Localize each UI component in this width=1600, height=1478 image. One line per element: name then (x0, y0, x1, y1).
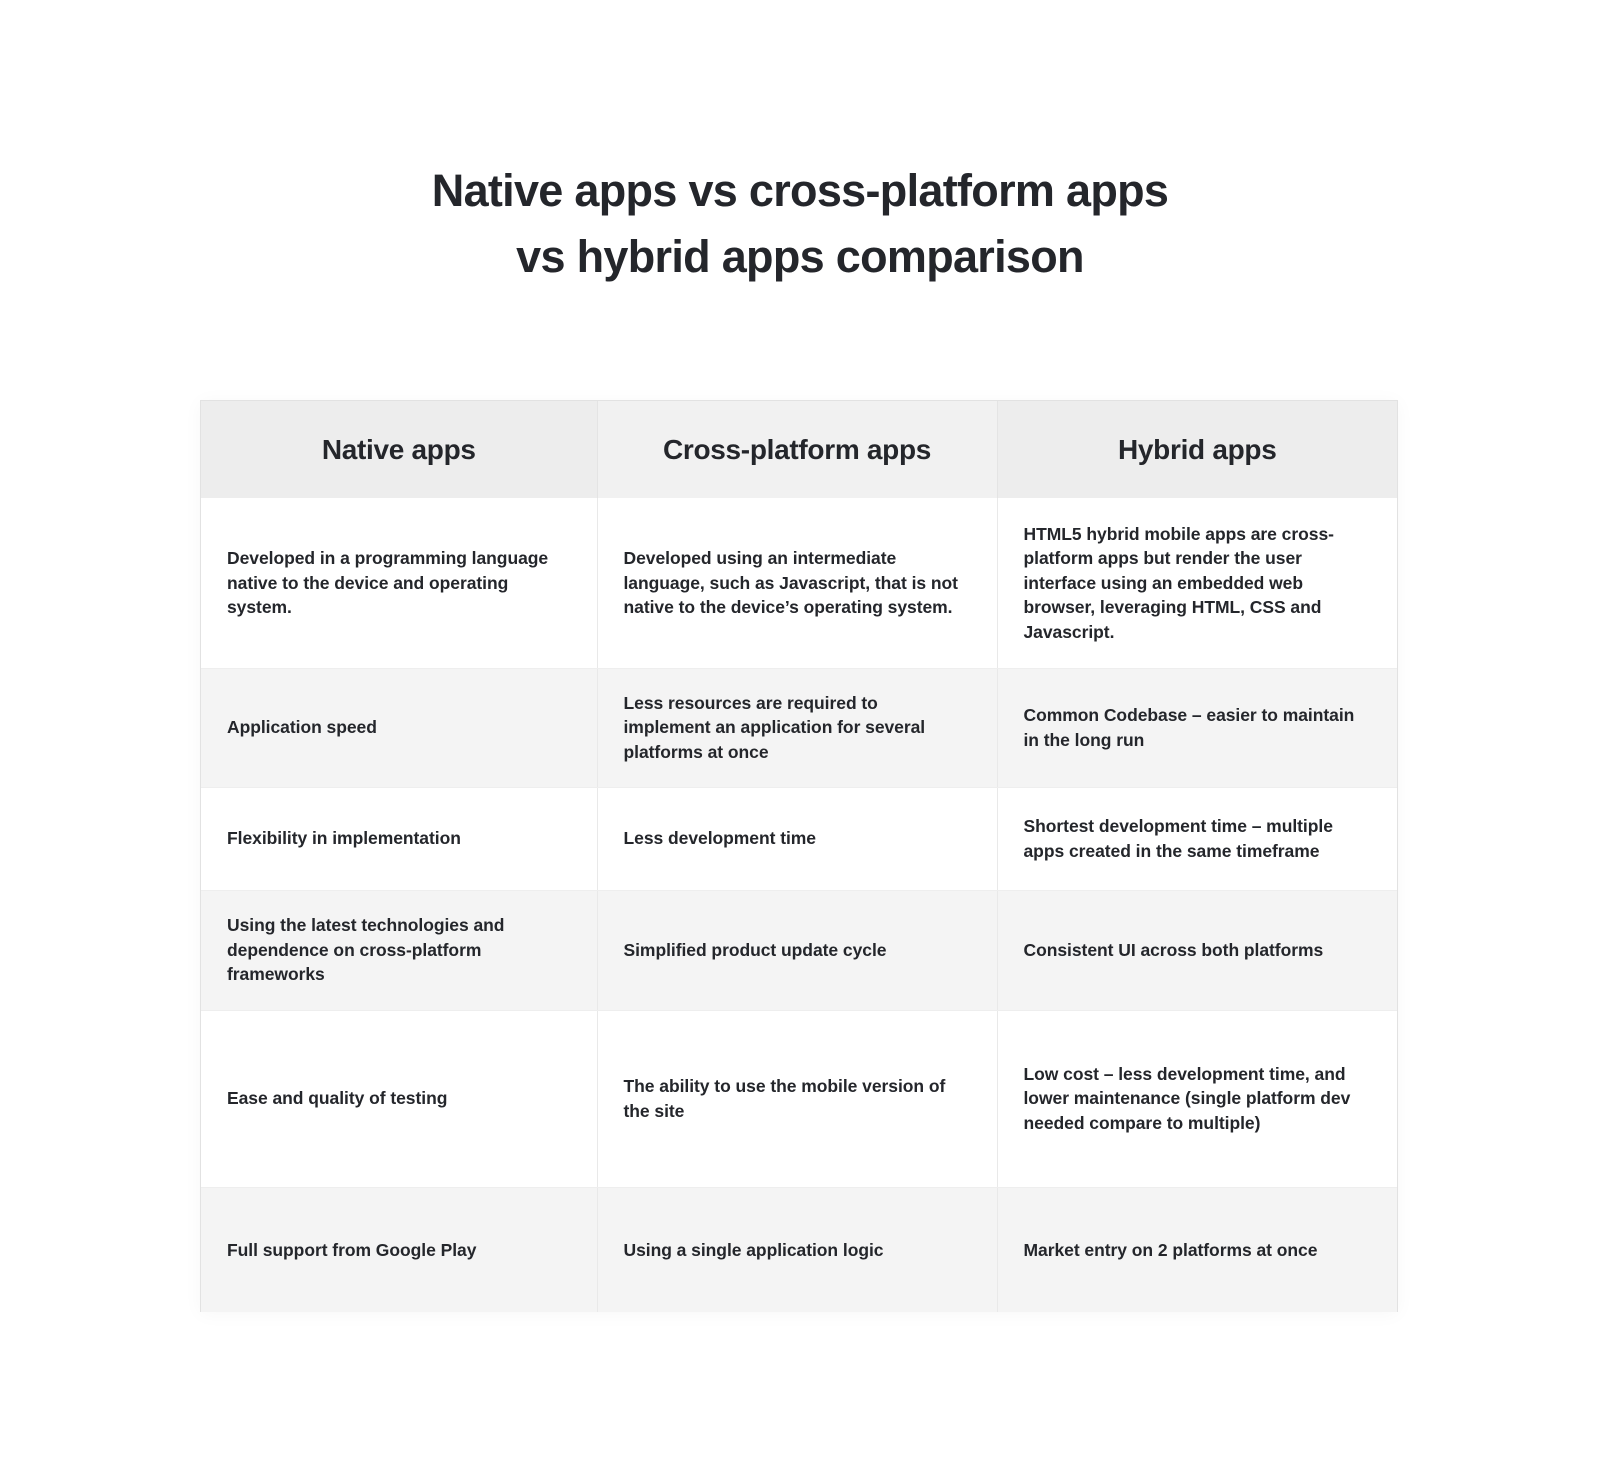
cell-text: Common Codebase – easier to maintain in … (1023, 705, 1355, 750)
cell-text: HTML5 hybrid mobile apps are cross-platf… (1023, 523, 1334, 642)
cell-text: Using the latest technologies and depend… (227, 915, 505, 985)
cell-text: Ease and quality of testing (227, 1088, 448, 1109)
column-header-hybrid-apps: Hybrid apps (997, 401, 1397, 498)
table-row: Ease and quality of testing The ability … (201, 1010, 1397, 1188)
table-row: Developed in a programming language nati… (201, 498, 1397, 669)
cell-native-2: Application speed (201, 668, 598, 788)
cell-text: Less resources are required to implement… (623, 692, 926, 762)
cell-text: Less development time (623, 828, 817, 849)
cell-text: Flexibility in implementation (227, 828, 461, 849)
table-row: Full support from Google Play Using a si… (201, 1187, 1397, 1312)
cell-text: Developed using an intermediate language… (623, 548, 959, 617)
comparison-table: Native apps Cross-platform apps Hybrid a… (201, 401, 1397, 1312)
page-title-line-1: Native apps vs cross-platform apps (431, 165, 1169, 216)
cell-native-3: Flexibility in implementation (201, 787, 598, 891)
cell-native-6: Full support from Google Play (201, 1187, 598, 1312)
cell-text: Full support from Google Play (227, 1239, 477, 1260)
table-row: Application speed Less resources are req… (201, 668, 1397, 788)
cell-text: Low cost – less development time, and lo… (1023, 1063, 1351, 1133)
cell-cross-platform-5: The ability to use the mobile version of… (597, 1010, 998, 1188)
table-header-row: Native apps Cross-platform apps Hybrid a… (201, 401, 1397, 498)
cell-text: Application speed (227, 717, 377, 738)
cell-text: Simplified product update cycle (623, 939, 887, 960)
cell-cross-platform-4: Simplified product update cycle (597, 890, 998, 1011)
cell-native-5: Ease and quality of testing (201, 1010, 598, 1188)
cell-text: Market entry on 2 platforms at once (1023, 1239, 1318, 1260)
cell-text: Developed in a programming language nati… (227, 548, 549, 617)
cell-hybrid-1: HTML5 hybrid mobile apps are cross-platf… (997, 498, 1397, 669)
column-header-native-apps: Native apps (201, 401, 598, 498)
cell-cross-platform-2: Less resources are required to implement… (597, 668, 998, 788)
cell-cross-platform-6: Using a single application logic (597, 1187, 998, 1312)
cell-text: The ability to use the mobile version of… (623, 1076, 946, 1121)
cell-hybrid-6: Market entry on 2 platforms at once (997, 1187, 1397, 1312)
page-title: Native apps vs cross-platform apps vs hy… (0, 158, 1600, 290)
cell-hybrid-5: Low cost – less development time, and lo… (997, 1010, 1397, 1188)
cell-text: Consistent UI across both platforms (1023, 939, 1324, 960)
cell-native-1: Developed in a programming language nati… (201, 498, 598, 669)
table-row: Flexibility in implementation Less devel… (201, 787, 1397, 891)
cell-hybrid-4: Consistent UI across both platforms (997, 890, 1397, 1011)
cell-cross-platform-3: Less development time (597, 787, 998, 891)
column-header-cross-platform-apps: Cross-platform apps (597, 401, 998, 498)
cell-cross-platform-1: Developed using an intermediate language… (597, 498, 998, 669)
cell-text: Using a single application logic (623, 1239, 884, 1260)
table-row: Using the latest technologies and depend… (201, 890, 1397, 1011)
comparison-table-container: Native apps Cross-platform apps Hybrid a… (200, 400, 1398, 1312)
comparison-infographic: Native apps vs cross-platform apps vs hy… (0, 0, 1600, 1478)
table-body: Developed in a programming language nati… (201, 498, 1397, 1312)
cell-hybrid-3: Shortest development time – multiple app… (997, 787, 1397, 891)
cell-native-4: Using the latest technologies and depend… (201, 890, 598, 1011)
cell-hybrid-2: Common Codebase – easier to maintain in … (997, 668, 1397, 788)
cell-text: Shortest development time – multiple app… (1023, 816, 1333, 861)
table-header: Native apps Cross-platform apps Hybrid a… (201, 401, 1397, 498)
page-title-line-2: vs hybrid apps comparison (516, 231, 1084, 282)
